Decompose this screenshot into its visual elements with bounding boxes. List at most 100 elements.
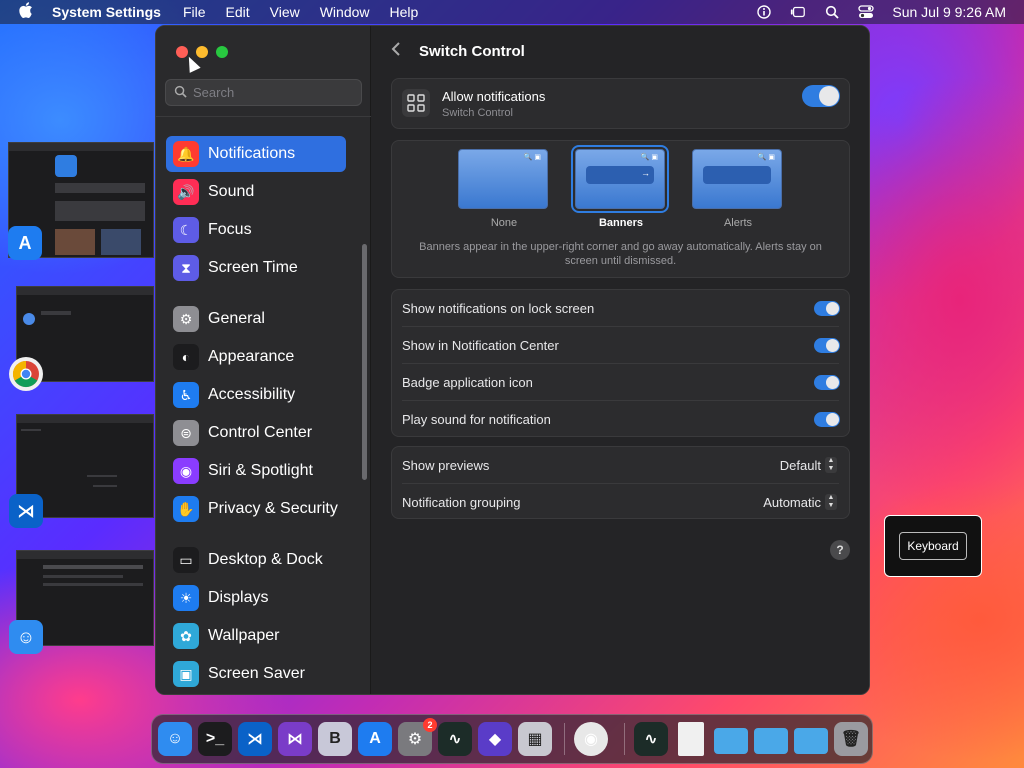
dock-chrome-icon[interactable]: ◉ (574, 722, 608, 756)
allow-notifications-toggle[interactable] (802, 85, 840, 107)
search-field[interactable] (165, 79, 362, 106)
app-name[interactable]: System Settings (52, 4, 161, 20)
sidebar-item-control-center[interactable]: ⊜ Control Center (166, 415, 346, 451)
dock-glyph: ◆ (488, 731, 502, 748)
previews-card: Show previews Default ▲ ▼ Notification gr… (391, 446, 850, 519)
style-option-banners[interactable]: 🔍 ▣ → Banners (571, 145, 669, 229)
sidebar-item-label: Focus (208, 221, 252, 238)
minimize-button[interactable] (196, 46, 208, 58)
style-preview-banners: 🔍 ▣ → (571, 145, 669, 213)
stage-manager-icon[interactable] (790, 5, 806, 19)
sidebar-item-label: Accessibility (208, 386, 296, 403)
sidebar-item-sound[interactable]: 🔊 Sound (166, 174, 346, 210)
badge-icon-toggle[interactable] (814, 375, 840, 390)
close-button[interactable] (176, 46, 188, 58)
allow-notifications-sublabel: Switch Control (442, 107, 513, 119)
accessibility-icon: ♿ (173, 382, 199, 408)
sidebar-item-appearance[interactable]: ◐ Appearance (166, 339, 346, 375)
finder-icon[interactable]: ☺ (9, 620, 43, 654)
control-center-icon[interactable] (858, 5, 875, 19)
lock-screen-toggle[interactable] (814, 301, 840, 316)
style-option-none[interactable]: 🔍 ▣ None (458, 149, 550, 229)
menu-help[interactable]: Help (390, 4, 419, 20)
dock-glyph: ∿ (448, 731, 462, 748)
search-icon (174, 85, 187, 101)
sidebar: 🔔 Notifications 🔊 Sound ☾ Focus ⧗ Screen Time ⚙ G… (156, 26, 371, 694)
sidebar-item-label: General (208, 310, 265, 327)
main-pane: Switch Control Allow notifications Switc… (371, 26, 869, 694)
row-divider (402, 483, 839, 484)
page-header: Switch Control (391, 40, 525, 63)
dock-system-settings-icon[interactable]: ⚙ 2 (398, 718, 437, 756)
dock-launchpad-icon[interactable]: ▦ (518, 722, 552, 756)
dock-shortcuts-icon[interactable]: ◆ (478, 722, 512, 756)
show-previews-popup[interactable]: Default ▲ ▼ (780, 457, 837, 473)
sidebar-item-label: Control Center (208, 424, 313, 441)
dock-finder-icon[interactable]: ☺ (158, 722, 192, 756)
grouping-popup[interactable]: Automatic ▲ ▼ (763, 494, 837, 510)
dock-terminal-icon[interactable]: >_ (198, 722, 232, 756)
sidebar-divider (156, 116, 371, 117)
show-previews-label: Show previews (402, 458, 490, 473)
dock-vscode-icon[interactable]: ⋊ (238, 722, 272, 756)
sidebar-item-label: Sound (208, 183, 255, 200)
dock: ☺ >_ ⋊ ⋈ B A ⚙ 2 ∿ ◆ ▦ ◉ ∿ 🗑 (151, 714, 873, 764)
notification-center-toggle[interactable] (814, 338, 840, 353)
sidebar-item-screen-time[interactable]: ⧗ Screen Time (166, 250, 346, 286)
sidebar-item-desktop-dock[interactable]: ▭ Desktop & Dock (166, 542, 346, 578)
dock-glyph: ☺ (166, 730, 184, 747)
sidebar-item-accessibility[interactable]: ♿ Accessibility (166, 377, 346, 413)
dock-document-icon[interactable] (678, 722, 704, 756)
sidebar-item-privacy-security[interactable]: ✋ Privacy & Security (166, 491, 346, 527)
dock-glyph: ◉ (584, 731, 598, 748)
flower-icon: ✿ (173, 623, 199, 649)
menu-window[interactable]: Window (320, 4, 370, 20)
dock-folder-1-icon[interactable] (714, 728, 748, 754)
sidebar-item-general[interactable]: ⚙ General (166, 301, 346, 337)
show-previews-value: Default (779, 457, 821, 473)
menu-file[interactable]: File (183, 4, 206, 20)
apple-icon[interactable] (0, 2, 52, 22)
spotlight-icon[interactable] (824, 5, 840, 19)
sidebar-scrollbar[interactable] (362, 244, 367, 480)
sidebar-item-notifications[interactable]: 🔔 Notifications (166, 136, 346, 172)
vscode-icon[interactable]: ⋊ (9, 494, 43, 528)
appearance-icon: ◐ (173, 344, 199, 370)
menu-view[interactable]: View (270, 4, 300, 20)
chrome-icon[interactable] (9, 357, 43, 391)
dock-app-store-icon[interactable]: A (358, 722, 392, 756)
dock-activity-monitor-icon[interactable]: ∿ (438, 722, 472, 756)
dock-bbedit-icon[interactable]: B (318, 722, 352, 756)
dock-activity-monitor-2-icon[interactable]: ∿ (634, 722, 668, 756)
play-sound-label: Play sound for notification (402, 412, 551, 427)
help-button[interactable]: ? (830, 540, 850, 560)
back-button[interactable] (391, 40, 405, 63)
sidebar-item-label: Screen Time (208, 259, 298, 276)
app-store-icon[interactable]: A (8, 226, 42, 260)
sidebar-item-siri-spotlight[interactable]: ◉ Siri & Spotlight (166, 453, 346, 489)
menu-clock[interactable]: Sun Jul 9 9:26 AM (892, 4, 1006, 20)
speaker-icon: 🔊 (173, 179, 199, 205)
play-sound-toggle[interactable] (814, 412, 840, 427)
dock-trash-icon[interactable]: 🗑 (834, 722, 868, 756)
dock-folder-2-icon[interactable] (754, 728, 788, 754)
zoom-button[interactable] (216, 46, 228, 58)
keyboard-button[interactable]: Keyboard (899, 532, 967, 560)
sidebar-item-label: Appearance (208, 348, 295, 365)
sidebar-item-wallpaper[interactable]: ✿ Wallpaper (166, 618, 346, 654)
sidebar-item-focus[interactable]: ☾ Focus (166, 212, 346, 248)
sidebar-item-displays[interactable]: ☀ Displays (166, 580, 346, 616)
menu-edit[interactable]: Edit (226, 4, 250, 20)
search-input[interactable] (193, 85, 353, 100)
dock-glyph: ▦ (527, 731, 543, 748)
dock-folder-3-icon[interactable] (794, 728, 828, 754)
style-label-none: None (490, 217, 518, 229)
dock-visual-studio-icon[interactable]: ⋈ (278, 722, 312, 756)
window-controls (176, 46, 228, 58)
dock-glyph: ⋊ (247, 731, 263, 748)
sidebar-item-screen-saver[interactable]: ▣ Screen Saver (166, 656, 346, 692)
style-option-alerts[interactable]: 🔍 ▣ Alerts (692, 149, 784, 229)
style-description: Banners appear in the upper-right corner… (419, 241, 822, 267)
lock-screen-label: Show notifications on lock screen (402, 301, 595, 316)
info-icon[interactable] (756, 5, 772, 19)
